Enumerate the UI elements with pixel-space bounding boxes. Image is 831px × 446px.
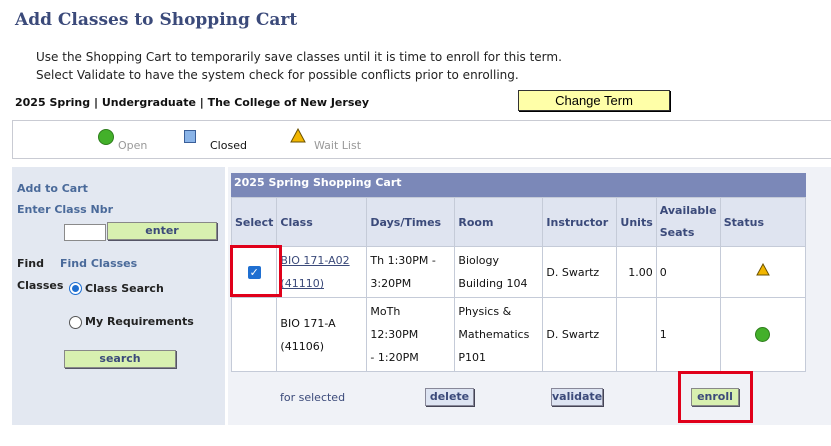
days-times-line-1: Th 1:30PM - [370, 254, 436, 267]
change-term-button[interactable]: Change Term [518, 90, 670, 111]
legend-wait-list-label: Wait List [314, 139, 362, 152]
room-cell: Physics & Mathematics P101 [454, 297, 544, 372]
select-highlight [230, 245, 282, 297]
classes-label: Classes [17, 279, 64, 292]
instruction-line-1: Use the Shopping Cart to temporarily sav… [36, 50, 562, 64]
legend-open-label: Open [118, 139, 148, 152]
column-select: Select [230, 197, 278, 247]
room-line-2: Mathematics [458, 328, 530, 341]
column-room: Room [454, 197, 544, 247]
instructor-cell: D. Swartz [542, 246, 618, 298]
column-status: Status [719, 197, 807, 247]
column-units: Units [616, 197, 657, 247]
instruction-line-2: Select Validate to have the system check… [36, 68, 519, 82]
select-cell [230, 297, 278, 372]
class-link[interactable]: BIO 171-A02 [280, 249, 363, 272]
find-label: Find [17, 257, 44, 270]
wait-list-icon [756, 262, 770, 275]
room-cell: Biology Building 104 [454, 246, 544, 298]
available-seats-cell: 0 [655, 246, 721, 298]
legend-closed-label: Closed [210, 139, 247, 152]
delete-button[interactable]: delete [425, 388, 474, 406]
term-info: 2025 Spring | Undergraduate | The Colleg… [15, 96, 369, 109]
days-times-line-2: - 1:20PM [370, 351, 419, 364]
column-instructor: Instructor [542, 197, 618, 247]
class-label: BIO 171-A [280, 316, 336, 330]
class-number-link[interactable]: (41110) [280, 272, 363, 295]
available-seats-cell: 1 [655, 297, 721, 372]
class-cell: BIO 171-A02 (41110) [276, 246, 368, 298]
page-title: Add Classes to Shopping Cart [15, 10, 298, 30]
class-number-label: (41106) [280, 339, 324, 353]
room-line-2: Building 104 [458, 277, 528, 290]
cart-header: 2025 Spring Shopping Cart [231, 173, 806, 197]
add-to-cart-label: Add to Cart [17, 182, 88, 195]
open-icon [98, 129, 114, 145]
table-header-row: Select Class Days/Times Room Instructor … [230, 197, 807, 247]
table-row: BIO 171-A (41106) MoTh 12:30PM - 1:20PM … [230, 297, 807, 372]
room-line-3: P101 [458, 351, 487, 364]
instructor-cell: D. Swartz [542, 297, 618, 372]
class-nbr-input[interactable] [64, 224, 106, 241]
units-cell: 1.00 [616, 246, 657, 298]
class-cell: BIO 171-A (41106) [276, 297, 368, 372]
find-classes-label: Find Classes [60, 257, 138, 270]
for-selected-label: for selected [280, 391, 346, 404]
my-requirements-radio[interactable] [69, 316, 82, 329]
column-available-seats: Available Seats [655, 197, 721, 247]
closed-icon [184, 130, 196, 143]
room-line-1: Biology [458, 254, 500, 267]
column-class: Class [276, 197, 368, 247]
units-cell [616, 297, 657, 372]
status-cell [719, 246, 807, 298]
table-row: ✓ BIO 171-A02 (41110) Th 1:30PM - 3:20PM… [230, 246, 807, 298]
status-cell [719, 297, 807, 372]
open-icon [755, 327, 771, 342]
enroll-button[interactable]: enroll [691, 388, 739, 406]
days-times-line-1: MoTh 12:30PM [370, 305, 419, 341]
days-times-cell: MoTh 12:30PM - 1:20PM [366, 297, 456, 372]
enter-button[interactable]: enter [107, 222, 217, 240]
my-requirements-label[interactable]: My Requirements [85, 315, 194, 328]
enter-class-nbr-label: Enter Class Nbr [17, 203, 114, 216]
class-search-label[interactable]: Class Search [85, 282, 164, 295]
room-line-1: Physics & [458, 305, 512, 318]
wait-list-icon [290, 128, 306, 143]
column-days-times: Days/Times [366, 197, 456, 247]
search-button[interactable]: search [64, 350, 176, 368]
class-search-radio[interactable] [69, 282, 82, 295]
shopping-cart-table: Select Class Days/Times Room Instructor … [230, 197, 807, 372]
days-times-line-2: 3:20PM [370, 277, 412, 290]
days-times-cell: Th 1:30PM - 3:20PM [366, 246, 456, 298]
validate-button[interactable]: validate [551, 388, 603, 406]
